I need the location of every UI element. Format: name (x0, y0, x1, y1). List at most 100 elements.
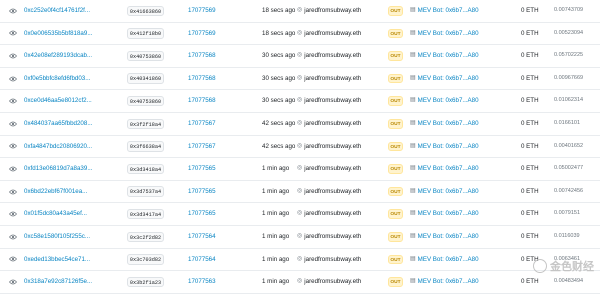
tx-hash-link[interactable]: 0xeded13bbec54ce71... (24, 249, 116, 271)
to-address[interactable]: ▤ MEV Bot: 0x6b7...A80 (410, 136, 500, 158)
to-label[interactable]: MEV Bot: 0x6b7...A80 (418, 249, 479, 271)
to-label[interactable]: MEV Bot: 0x6b7...A80 (418, 113, 479, 135)
eye-icon[interactable] (8, 113, 18, 135)
block-link[interactable]: 17077564 (188, 249, 228, 271)
to-label[interactable]: MEV Bot: 0x6b7...A80 (418, 158, 479, 180)
from-label[interactable]: jaredfromsubway.eth (304, 181, 361, 203)
to-label[interactable]: MEV Bot: 0x6b7...A80 (418, 68, 479, 90)
from-address[interactable]: ◎ jaredfromsubway.eth (297, 45, 377, 67)
tx-hash-link[interactable]: 0x318a7e92c87126f5e... (24, 271, 116, 293)
from-address[interactable]: ◎ jaredfromsubway.eth (297, 23, 377, 45)
eye-icon[interactable] (8, 136, 18, 158)
block-link[interactable]: 17077569 (188, 0, 228, 22)
to-label[interactable]: MEV Bot: 0x6b7...A80 (418, 226, 479, 248)
from-address[interactable]: ◎ jaredfromsubway.eth (297, 90, 377, 112)
from-address[interactable]: ◎ jaredfromsubway.eth (297, 68, 377, 90)
to-label[interactable]: MEV Bot: 0x6b7...A80 (418, 90, 479, 112)
to-address[interactable]: ▤ MEV Bot: 0x6b7...A80 (410, 113, 500, 135)
block-link[interactable]: 17077567 (188, 113, 228, 135)
method-badge: 0x3d3417a4 (127, 208, 164, 220)
block-link[interactable]: 17077568 (188, 45, 228, 67)
age-text: 30 secs ago (262, 52, 296, 60)
from-address[interactable]: ◎ jaredfromsubway.eth (297, 203, 377, 225)
to-address[interactable]: ▤ MEV Bot: 0x6b7...A80 (410, 181, 500, 203)
from-label[interactable]: jaredfromsubway.eth (304, 90, 361, 112)
eye-icon[interactable] (8, 23, 18, 45)
to-address[interactable]: ▤ MEV Bot: 0x6b7...A80 (410, 68, 500, 90)
from-address[interactable]: ◎ jaredfromsubway.eth (297, 271, 377, 293)
to-address[interactable]: ▤ MEV Bot: 0x6b7...A80 (410, 23, 500, 45)
tx-hash-link[interactable]: 0x0e006535b5bf818a9... (24, 23, 116, 45)
tx-hash-link[interactable]: 0xc252e0f4cf14761f2f... (24, 0, 116, 22)
eye-icon[interactable] (8, 249, 18, 271)
tx-hash-link[interactable]: 0xfd13e06819d7a8a39... (24, 158, 116, 180)
tx-hash-link[interactable]: 0xf0e5bbfc8efd6fbd03... (24, 68, 116, 90)
from-label[interactable]: jaredfromsubway.eth (304, 226, 361, 248)
eye-icon[interactable] (8, 158, 18, 180)
tx-hash-link[interactable]: 0x01f5dc80a43a45ef... (24, 203, 116, 225)
to-address[interactable]: ▤ MEV Bot: 0x6b7...A80 (410, 158, 500, 180)
from-label[interactable]: jaredfromsubway.eth (304, 203, 361, 225)
table-row: 0xce0d46aa5e8012cf2... 0x40753860 170775… (0, 90, 600, 113)
eye-icon[interactable] (8, 181, 18, 203)
to-label[interactable]: MEV Bot: 0x6b7...A80 (418, 45, 479, 67)
value-text: 0 ETH (521, 52, 539, 60)
from-address[interactable]: ◎ jaredfromsubway.eth (297, 226, 377, 248)
from-label[interactable]: jaredfromsubway.eth (304, 113, 361, 135)
to-label[interactable]: MEV Bot: 0x6b7...A80 (418, 271, 479, 293)
eye-icon[interactable] (8, 90, 18, 112)
tx-hash-link[interactable]: 0xfa4847bdc20806920... (24, 136, 116, 158)
tx-hash-link[interactable]: 0x42e08ef289193dcab... (24, 45, 116, 67)
from-address[interactable]: ◎ jaredfromsubway.eth (297, 249, 377, 271)
eye-icon[interactable] (8, 203, 18, 225)
from-address[interactable]: ◎ jaredfromsubway.eth (297, 158, 377, 180)
tx-hash-link[interactable]: 0xce0d46aa5e8012cf2... (24, 90, 116, 112)
contract-icon: ▤ (410, 120, 416, 126)
block-link[interactable]: 17077568 (188, 68, 228, 90)
to-label[interactable]: MEV Bot: 0x6b7...A80 (418, 181, 479, 203)
to-address[interactable]: ▤ MEV Bot: 0x6b7...A80 (410, 226, 500, 248)
to-label[interactable]: MEV Bot: 0x6b7...A80 (418, 136, 479, 158)
to-address[interactable]: ▤ MEV Bot: 0x6b7...A80 (410, 0, 500, 22)
from-label[interactable]: jaredfromsubway.eth (304, 158, 361, 180)
tx-hash-link[interactable]: 0x6bd22ebf67f001ea... (24, 181, 116, 203)
block-link[interactable]: 17077564 (188, 226, 228, 248)
user-icon: ◎ (297, 120, 303, 126)
block-link[interactable]: 17077568 (188, 90, 228, 112)
eye-icon[interactable] (8, 45, 18, 67)
block-link[interactable]: 17077569 (188, 23, 228, 45)
from-label[interactable]: jaredfromsubway.eth (304, 45, 361, 67)
to-label[interactable]: MEV Bot: 0x6b7...A80 (418, 0, 479, 22)
to-address[interactable]: ▤ MEV Bot: 0x6b7...A80 (410, 203, 500, 225)
from-label[interactable]: jaredfromsubway.eth (304, 0, 361, 22)
block-link[interactable]: 17077565 (188, 158, 228, 180)
from-label[interactable]: jaredfromsubway.eth (304, 249, 361, 271)
block-link[interactable]: 17077563 (188, 271, 228, 293)
eye-icon[interactable] (8, 0, 18, 22)
block-link[interactable]: 17077565 (188, 181, 228, 203)
from-label[interactable]: jaredfromsubway.eth (304, 68, 361, 90)
from-label[interactable]: jaredfromsubway.eth (304, 271, 361, 293)
fee-text: 0.05702225 (554, 52, 584, 59)
eye-icon[interactable] (8, 271, 18, 293)
age-text: 18 secs ago (262, 7, 296, 14)
eye-icon[interactable] (8, 226, 18, 248)
from-address[interactable]: ◎ jaredfromsubway.eth (297, 0, 377, 22)
block-link[interactable]: 17077565 (188, 203, 228, 225)
from-address[interactable]: ◎ jaredfromsubway.eth (297, 181, 377, 203)
table-row: 0x318a7e92c87126f5e... 0x3b2f1a23 170775… (0, 271, 600, 294)
from-address[interactable]: ◎ jaredfromsubway.eth (297, 113, 377, 135)
to-label[interactable]: MEV Bot: 0x6b7...A80 (418, 23, 479, 45)
to-address[interactable]: ▤ MEV Bot: 0x6b7...A80 (410, 271, 500, 293)
eye-icon[interactable] (8, 68, 18, 90)
from-label[interactable]: jaredfromsubway.eth (304, 136, 361, 158)
to-address[interactable]: ▤ MEV Bot: 0x6b7...A80 (410, 90, 500, 112)
from-label[interactable]: jaredfromsubway.eth (304, 23, 361, 45)
from-address[interactable]: ◎ jaredfromsubway.eth (297, 136, 377, 158)
to-address[interactable]: ▤ MEV Bot: 0x6b7...A80 (410, 249, 500, 271)
to-label[interactable]: MEV Bot: 0x6b7...A80 (418, 203, 479, 225)
to-address[interactable]: ▤ MEV Bot: 0x6b7...A80 (410, 45, 500, 67)
tx-hash-link[interactable]: 0xc58e1580f105f255c... (24, 226, 116, 248)
block-link[interactable]: 17077567 (188, 136, 228, 158)
tx-hash-link[interactable]: 0x484037aa65fbbd208... (24, 113, 116, 135)
